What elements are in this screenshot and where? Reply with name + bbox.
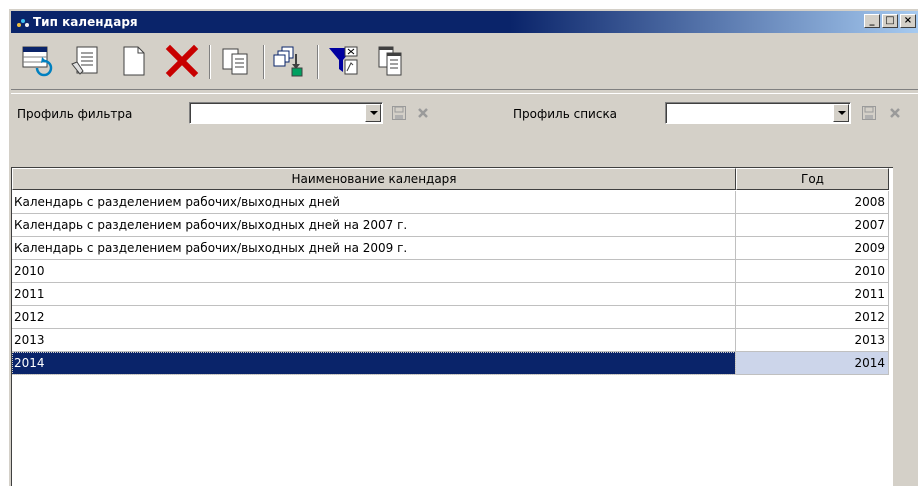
list-profile-dropdown-button[interactable] (833, 104, 849, 122)
column-header-name[interactable]: Наименование календаря (12, 168, 736, 190)
new-document-icon (123, 46, 145, 76)
delete-icon (165, 44, 199, 78)
minimize-button[interactable]: _ (864, 14, 880, 28)
save-list-profile-icon[interactable] (861, 105, 877, 121)
title-bar[interactable]: Тип календаря _ □ × (11, 11, 918, 33)
cell-name: 2011 (12, 283, 736, 306)
cell-year: 2013 (736, 329, 889, 352)
filter-profile-select[interactable] (189, 102, 383, 124)
filter-bar: Профиль фильтра Профиль списка (11, 93, 918, 138)
cell-year: 2011 (736, 283, 889, 306)
copy-button[interactable] (215, 40, 257, 82)
filter-icon (329, 46, 358, 75)
cell-name: 2014 (12, 352, 736, 375)
cell-year: 2008 (736, 191, 889, 214)
table-row[interactable]: 2013 2013 (12, 329, 889, 352)
list-view-icon (378, 46, 402, 76)
delete-list-profile-icon[interactable] (887, 105, 903, 121)
table-row-selected[interactable]: 2014 2014 (12, 352, 889, 375)
cell-name: Календарь с разделением рабочих/выходных… (12, 237, 736, 260)
filter-profile-dropdown-button[interactable] (365, 104, 381, 122)
delete-filter-profile-icon[interactable] (415, 105, 431, 121)
toolbar-separator (209, 45, 211, 79)
cell-name: 2012 (12, 306, 736, 329)
column-header-year[interactable]: Год (736, 168, 889, 190)
filter-button[interactable] (323, 40, 365, 82)
filter-profile-label: Профиль фильтра (17, 107, 133, 121)
calendar-table[interactable]: Наименование календаря Год Календарь с р… (11, 167, 893, 486)
copy-to-icon (273, 46, 303, 77)
refresh-button[interactable] (17, 40, 59, 82)
calendar-type-window: Тип календаря _ □ × Профиль фильтра Проф… (8, 8, 918, 486)
cell-name: 2013 (12, 329, 736, 352)
save-filter-profile-icon[interactable] (391, 105, 407, 121)
toolbar-separator (263, 45, 265, 79)
list-view-button[interactable] (369, 40, 411, 82)
copy-to-button[interactable] (269, 40, 311, 82)
refresh-icon (22, 46, 53, 77)
table-row[interactable]: Календарь с разделением рабочих/выходных… (12, 214, 889, 237)
table-row[interactable]: 2010 2010 (12, 260, 889, 283)
cell-year: 2009 (736, 237, 889, 260)
toolbar-separator (317, 45, 319, 79)
cell-year: 2012 (736, 306, 889, 329)
cell-name: Календарь с разделением рабочих/выходных… (12, 191, 736, 214)
window-title: Тип календаря (33, 15, 138, 29)
toolbar (11, 35, 918, 90)
maximize-button[interactable]: □ (882, 14, 898, 28)
list-profile-label: Профиль списка (513, 107, 618, 121)
delete-button[interactable] (161, 40, 203, 82)
table-row[interactable]: 2012 2012 (12, 306, 889, 329)
table-row[interactable]: Календарь с разделением рабочих/выходных… (12, 191, 889, 214)
list-profile-select[interactable] (665, 102, 851, 124)
edit-document-icon (71, 46, 98, 75)
cell-year: 2007 (736, 214, 889, 237)
cell-name: Календарь с разделением рабочих/выходных… (12, 214, 736, 237)
cell-name: 2010 (12, 260, 736, 283)
edit-button[interactable] (65, 40, 107, 82)
new-button[interactable] (113, 40, 155, 82)
cell-year: 2014 (736, 352, 889, 375)
cell-year: 2010 (736, 260, 889, 283)
app-icon (17, 19, 29, 27)
table-row[interactable]: 2011 2011 (12, 283, 889, 306)
copy-icon (222, 48, 248, 75)
table-row[interactable]: Календарь с разделением рабочих/выходных… (12, 237, 889, 260)
close-button[interactable]: × (900, 14, 916, 28)
